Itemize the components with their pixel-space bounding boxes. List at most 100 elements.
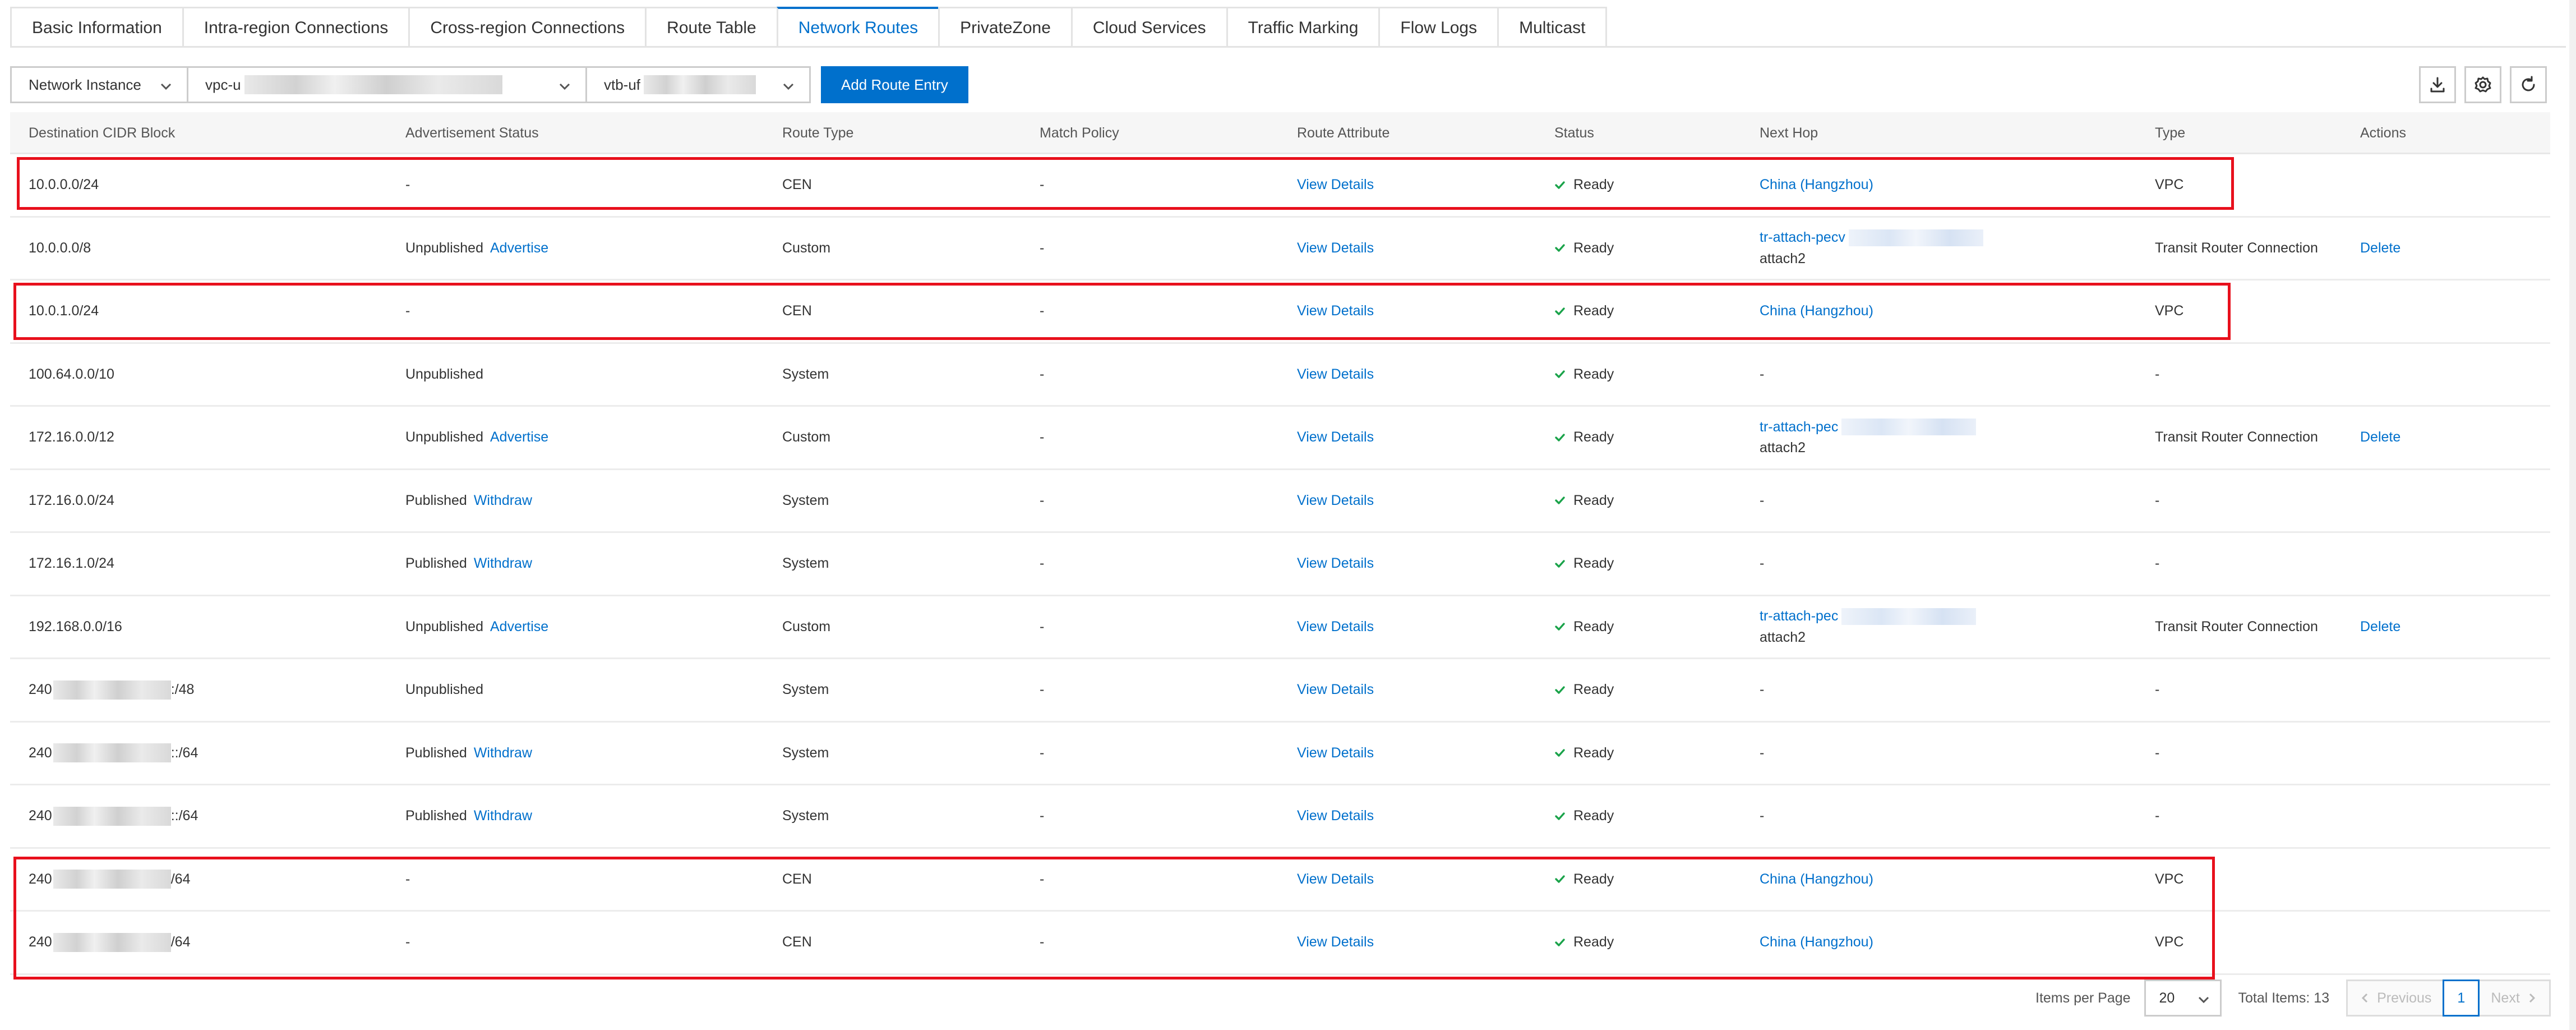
tab-route-table[interactable]: Route Table [645,7,777,47]
type-cell: - [2155,785,2159,847]
route-attribute-cell: View Details [1297,533,1374,595]
status-cell: Ready [1554,533,1614,595]
instance-type-select[interactable]: Network Instance [10,66,188,103]
tab-privatezone[interactable]: PrivateZone [938,7,1071,47]
next-hop-link[interactable]: China (Hangzhou) [1760,303,1873,319]
type-cell: Transit Router Connection [2155,596,2318,658]
cidr-value: 100.64.0.0/10 [29,366,114,382]
column-header-route-type: Route Type [782,125,854,141]
view-details-link[interactable]: View Details [1297,619,1374,635]
advertise-link[interactable]: Advertise [490,429,548,445]
advertisement-status-cell: Unpublished Advertise [405,218,548,279]
advertise-link[interactable]: Advertise [490,619,548,635]
tab-cross-region-connections[interactable]: Cross-region Connections [408,7,645,47]
check-icon [1555,434,1565,442]
previous-page-button[interactable]: Previous [2346,980,2445,1017]
next-hop-link[interactable]: tr-attach-pec [1760,608,1838,624]
view-details-link[interactable]: View Details [1297,240,1374,256]
view-details-link[interactable]: View Details [1297,555,1374,572]
tab-cloud-services[interactable]: Cloud Services [1070,7,1226,47]
type-cell: - [2155,344,2159,406]
view-details-link[interactable]: View Details [1297,871,1374,888]
next-hop-link[interactable]: China (Hangzhou) [1760,871,1873,888]
withdraw-link[interactable]: Withdraw [474,555,532,572]
view-details-link[interactable]: View Details [1297,177,1374,193]
view-details-link[interactable]: View Details [1297,745,1374,761]
tab-traffic-marking[interactable]: Traffic Marking [1226,7,1379,47]
cidr-cell: 10.0.0.0/24 [29,154,99,216]
route-attribute-cell: View Details [1297,849,1374,911]
route-attribute-cell: View Details [1297,723,1374,784]
advertisement-status: Unpublished [405,618,483,634]
vpc-select[interactable]: vpc-u [187,66,587,103]
tab-network-routes[interactable]: Network Routes [776,7,939,47]
withdraw-link[interactable]: Withdraw [474,493,532,509]
match-policy-cell: - [1040,281,1044,342]
check-icon [1555,686,1565,694]
route-attribute-cell: View Details [1297,912,1374,973]
type-value: VPC [2155,871,2184,887]
tab-multicast[interactable]: Multicast [1497,7,1608,47]
network-routes-table: Destination CIDR Block Advertisement Sta… [10,112,2550,975]
cidr-cell: 240:/48 [29,659,194,721]
refresh-button[interactable] [2510,66,2547,103]
page-scrollbar[interactable] [2569,0,2576,1030]
tab-flow-logs[interactable]: Flow Logs [1378,7,1498,47]
delete-link[interactable]: Delete [2360,429,2400,445]
match-policy: - [1040,303,1045,319]
cidr-value: 240 [29,744,52,761]
route-type-cell: System [782,533,829,595]
view-details-link[interactable]: View Details [1297,493,1374,509]
view-details-link[interactable]: View Details [1297,366,1374,383]
status-cell: Ready [1554,344,1614,406]
route-table-select[interactable]: vtb-uf [585,66,811,103]
match-policy: - [1040,682,1045,698]
withdraw-link[interactable]: Withdraw [474,745,532,761]
route-attribute-cell: View Details [1297,785,1374,847]
advertisement-status: Unpublished [405,366,483,382]
refresh-icon [2522,76,2535,91]
view-details-link[interactable]: View Details [1297,808,1374,824]
view-details-link[interactable]: View Details [1297,682,1374,698]
settings-button[interactable] [2464,66,2501,103]
match-policy: - [1040,744,1045,761]
page-number-current[interactable]: 1 [2443,980,2480,1017]
page-size-select[interactable]: 20 [2144,980,2222,1017]
status-cell: Ready [1554,849,1614,911]
cidr-cell: 240::/64 [29,785,198,847]
withdraw-link[interactable]: Withdraw [474,808,532,824]
download-button[interactable] [2419,66,2456,103]
next-hop-link[interactable]: China (Hangzhou) [1760,934,1873,950]
advertise-link[interactable]: Advertise [490,240,548,256]
match-policy-cell: - [1040,533,1044,595]
next-hop-cell: China (Hangzhou) [1760,281,1873,342]
next-page-button[interactable]: Next [2478,980,2551,1017]
delete-link[interactable]: Delete [2360,619,2400,635]
tab-basic-information[interactable]: Basic Information [10,7,182,47]
next-hop-value: - [1760,492,1765,508]
view-details-link[interactable]: View Details [1297,934,1374,950]
view-details-link[interactable]: View Details [1297,429,1374,445]
cidr-value: 172.16.0.0/24 [29,492,114,508]
match-policy: - [1040,492,1045,508]
column-header-advertisement-status: Advertisement Status [405,125,539,141]
settings-icon [2475,76,2491,93]
type-value: VPC [2155,303,2184,319]
status-cell: Ready [1554,218,1614,279]
view-details-link[interactable]: View Details [1297,303,1374,319]
next-hop-link[interactable]: China (Hangzhou) [1760,177,1873,193]
cidr-cell: 172.16.0.0/12 [29,407,114,468]
route-type: CEN [782,871,812,887]
advertisement-status-cell: Published Withdraw [405,470,532,532]
tab-intra-region-connections[interactable]: Intra-region Connections [182,7,409,47]
column-header-type: Type [2155,125,2186,141]
next-hop-link[interactable]: tr-attach-pec [1760,419,1838,435]
next-hop-link[interactable]: tr-attach-pecv [1760,229,1845,246]
delete-link[interactable]: Delete [2360,240,2400,256]
cidr-cell: 192.168.0.0/16 [29,596,122,658]
status-value: Ready [1573,744,1614,761]
match-policy: - [1040,240,1045,256]
column-header-route-attribute: Route Attribute [1297,125,1390,141]
redacted-vtb-id [644,75,756,94]
add-route-entry-button[interactable]: Add Route Entry [821,66,968,103]
